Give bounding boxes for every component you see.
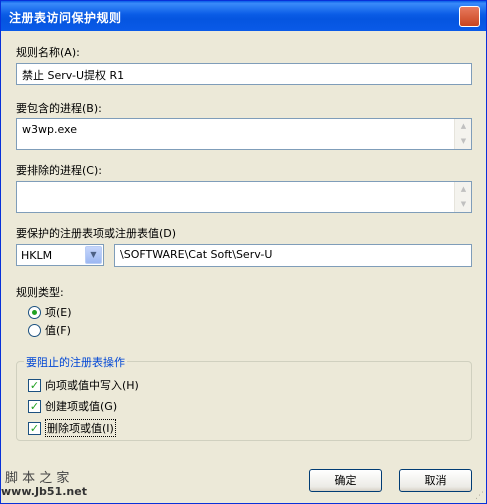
- rule-type-key-label: 项(E): [45, 306, 72, 319]
- dropdown-arrow-icon[interactable]: ▼: [85, 246, 102, 264]
- exclude-process-label: 要排除的进程(C):: [16, 164, 102, 177]
- scroll-down-icon[interactable]: ▼: [457, 198, 470, 211]
- hive-dropdown[interactable]: HKLM ▼: [16, 244, 104, 266]
- checkbox-checked-icon[interactable]: ✓: [28, 378, 41, 392]
- radio-selected-icon[interactable]: [28, 305, 41, 319]
- include-process-input[interactable]: w3wp.exe ▲ ▼: [16, 118, 472, 150]
- delete-op-checkbox[interactable]: ✓ 删除项或值(I): [28, 419, 116, 437]
- rule-name-input[interactable]: 禁止 Serv-U提权 R1: [16, 63, 472, 85]
- exclude-process-input[interactable]: ▲ ▼: [16, 181, 472, 213]
- checkbox-checked-icon[interactable]: ✓: [28, 399, 41, 413]
- rule-type-value-label: 值(F): [45, 324, 71, 337]
- dialog-window: 注册表访问保护规则 规则名称(A): 禁止 Serv-U提权 R1 要包含的进程…: [0, 0, 487, 504]
- window-title: 注册表访问保护规则: [9, 11, 122, 25]
- create-op-checkbox[interactable]: ✓ 创建项或值(G): [28, 398, 117, 414]
- watermark-text: 脚 本 之 家: [5, 471, 70, 486]
- title-bar[interactable]: 注册表访问保护规则: [1, 1, 486, 31]
- scroll-up-icon[interactable]: ▲: [457, 120, 470, 133]
- ok-button[interactable]: 确定: [309, 469, 382, 492]
- delete-op-label: 删除项或值(I): [45, 419, 116, 437]
- scroll-up-icon[interactable]: ▲: [457, 183, 470, 196]
- resize-grip-icon[interactable]: ⋰: [475, 491, 484, 501]
- rule-type-label: 规则类型:: [16, 286, 64, 299]
- include-process-scrollbar[interactable]: ▲ ▼: [454, 119, 471, 149]
- close-button[interactable]: [459, 6, 480, 27]
- rule-name-label: 规则名称(A):: [16, 46, 80, 59]
- create-op-label: 创建项或值(G): [45, 400, 118, 413]
- include-process-label: 要包含的进程(B):: [16, 102, 102, 115]
- radio-unselected-icon[interactable]: [28, 323, 41, 337]
- exclude-process-scrollbar[interactable]: ▲ ▼: [454, 182, 471, 212]
- rule-type-key-radio[interactable]: 项(E): [28, 304, 72, 320]
- registry-key-label: 要保护的注册表项或注册表值(D): [16, 227, 177, 240]
- block-operations-title: 要阻止的注册表操作: [24, 354, 127, 370]
- write-op-label: 向项或值中写入(H): [45, 379, 139, 392]
- include-process-value: w3wp.exe: [22, 123, 77, 136]
- cancel-button[interactable]: 取消: [399, 469, 472, 492]
- rule-type-value-radio[interactable]: 值(F): [28, 322, 71, 338]
- registry-path-input[interactable]: \SOFTWARE\Cat Soft\Serv-U: [114, 244, 472, 267]
- hive-value: HKLM: [21, 249, 53, 262]
- scroll-down-icon[interactable]: ▼: [457, 135, 470, 148]
- watermark-url: www.Jb51.net: [1, 485, 87, 498]
- write-op-checkbox[interactable]: ✓ 向项或值中写入(H): [28, 377, 139, 393]
- checkbox-checked-icon[interactable]: ✓: [28, 421, 41, 435]
